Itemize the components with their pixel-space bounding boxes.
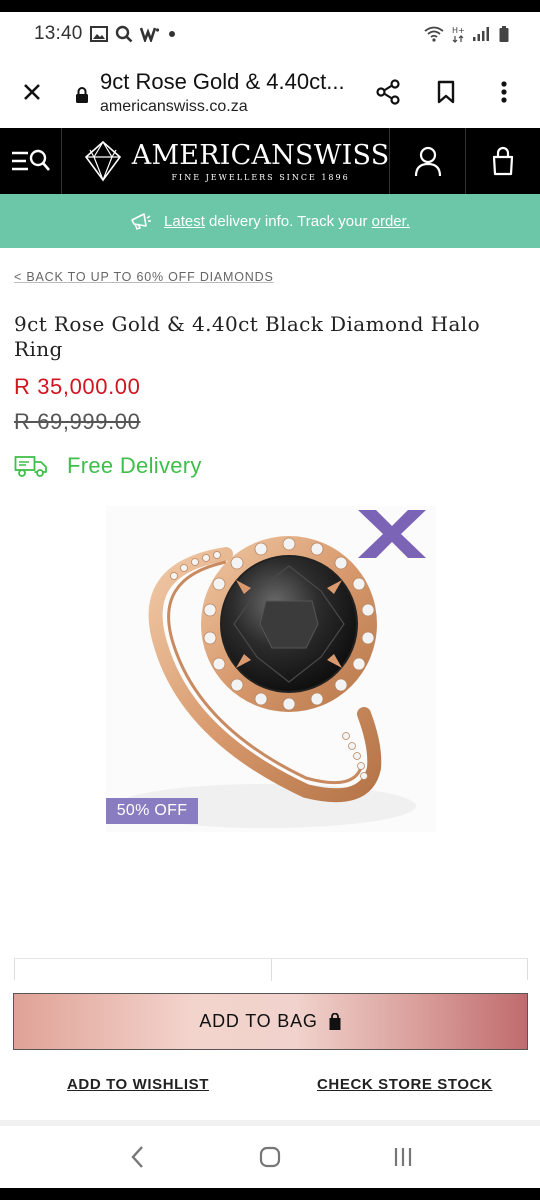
signal-icon: [472, 26, 490, 42]
close-x-icon[interactable]: [354, 508, 430, 560]
nav-recents-button[interactable]: [378, 1132, 428, 1182]
status-time: 13:40: [34, 23, 83, 44]
nav-back-button[interactable]: [112, 1132, 162, 1182]
close-icon: [24, 84, 40, 100]
menu-search-icon: [12, 149, 51, 171]
wifi-icon: [424, 26, 444, 42]
product-price: R 35,000.00: [14, 374, 141, 399]
share-button[interactable]: [366, 70, 410, 114]
site-logo[interactable]: AMERICANSWISS FINE JEWELLERS SINCE 1896: [82, 128, 390, 194]
options-divider: [271, 959, 272, 981]
product-options-row[interactable]: [14, 958, 528, 981]
browser-page-title: 9ct Rose Gold & 4.40ct...: [100, 68, 345, 94]
latest-delivery-link[interactable]: Latest: [164, 213, 205, 230]
gallery-icon: [89, 26, 108, 42]
ht-signal-icon: H+: [452, 25, 464, 43]
product-title: 9ct Rose Gold & 4.40ct Black Diamond Hal…: [14, 312, 481, 361]
bookmark-icon: [437, 80, 455, 104]
delivery-truck-icon: [14, 456, 47, 477]
battery-icon: [498, 25, 510, 43]
shopping-bag-icon: [328, 1012, 342, 1031]
check-store-stock-link[interactable]: CHECK STORE STOCK: [317, 1076, 493, 1093]
account-button[interactable]: [389, 128, 464, 194]
track-order-link[interactable]: order.: [372, 213, 410, 230]
delivery-info-text: delivery info. Track your: [204, 212, 372, 230]
product-was-price: R 69,999.00: [14, 409, 141, 434]
dot-icon: [167, 29, 177, 39]
svg-text:H+: H+: [452, 26, 464, 35]
diamond-logo-icon: [84, 140, 121, 182]
delivery-banner: Latest delivery info. Track your order.: [0, 194, 540, 248]
status-bar: 13:40 H+: [0, 12, 540, 56]
url-text[interactable]: 9ct Rose Gold & 4.40ct... americanswiss.…: [100, 69, 360, 116]
home-icon: [259, 1146, 281, 1168]
recents-icon: [395, 1148, 412, 1166]
top-black-bar: [0, 0, 540, 12]
site-header: AMERICANSWISS FINE JEWELLERS SINCE 1896: [0, 128, 540, 194]
lock-icon: [72, 86, 92, 104]
add-to-bag-button[interactable]: ADD TO BAG: [13, 993, 528, 1050]
browser-url-bar: 9ct Rose Gold & 4.40ct... americanswiss.…: [0, 56, 540, 128]
brand-tagline: FINE JEWELLERS SINCE 1896: [171, 172, 350, 182]
wordpress-icon: [139, 26, 160, 42]
bottom-black-bar: [0, 1188, 540, 1200]
user-icon: [414, 146, 441, 177]
free-delivery: Free Delivery: [14, 453, 202, 479]
nav-home-button[interactable]: [245, 1132, 295, 1182]
discount-badge: 50% OFF: [106, 798, 198, 824]
share-icon: [376, 79, 400, 105]
shopping-bag-icon: [492, 146, 513, 176]
free-delivery-label: Free Delivery: [67, 453, 202, 478]
more-vert-icon: [501, 81, 507, 103]
menu-search-button[interactable]: [0, 128, 62, 194]
browser-domain: americanswiss.co.za: [100, 97, 248, 115]
cart-button[interactable]: [464, 128, 540, 194]
more-options-button[interactable]: [482, 70, 526, 114]
back-chevron-icon: [131, 1146, 143, 1168]
brand-name: AMERICANSWISS: [131, 139, 390, 171]
bookmark-button[interactable]: [424, 70, 468, 114]
search-icon: [115, 25, 133, 43]
megaphone-icon: [130, 212, 152, 230]
close-tab-button[interactable]: [2, 62, 62, 122]
back-link[interactable]: < BACK TO UP TO 60% OFF DIAMONDS: [14, 270, 274, 284]
add-to-wishlist-link[interactable]: ADD TO WISHLIST: [67, 1076, 209, 1093]
add-to-bag-label: ADD TO BAG: [199, 1011, 318, 1031]
android-nav-bar: [0, 1126, 540, 1188]
